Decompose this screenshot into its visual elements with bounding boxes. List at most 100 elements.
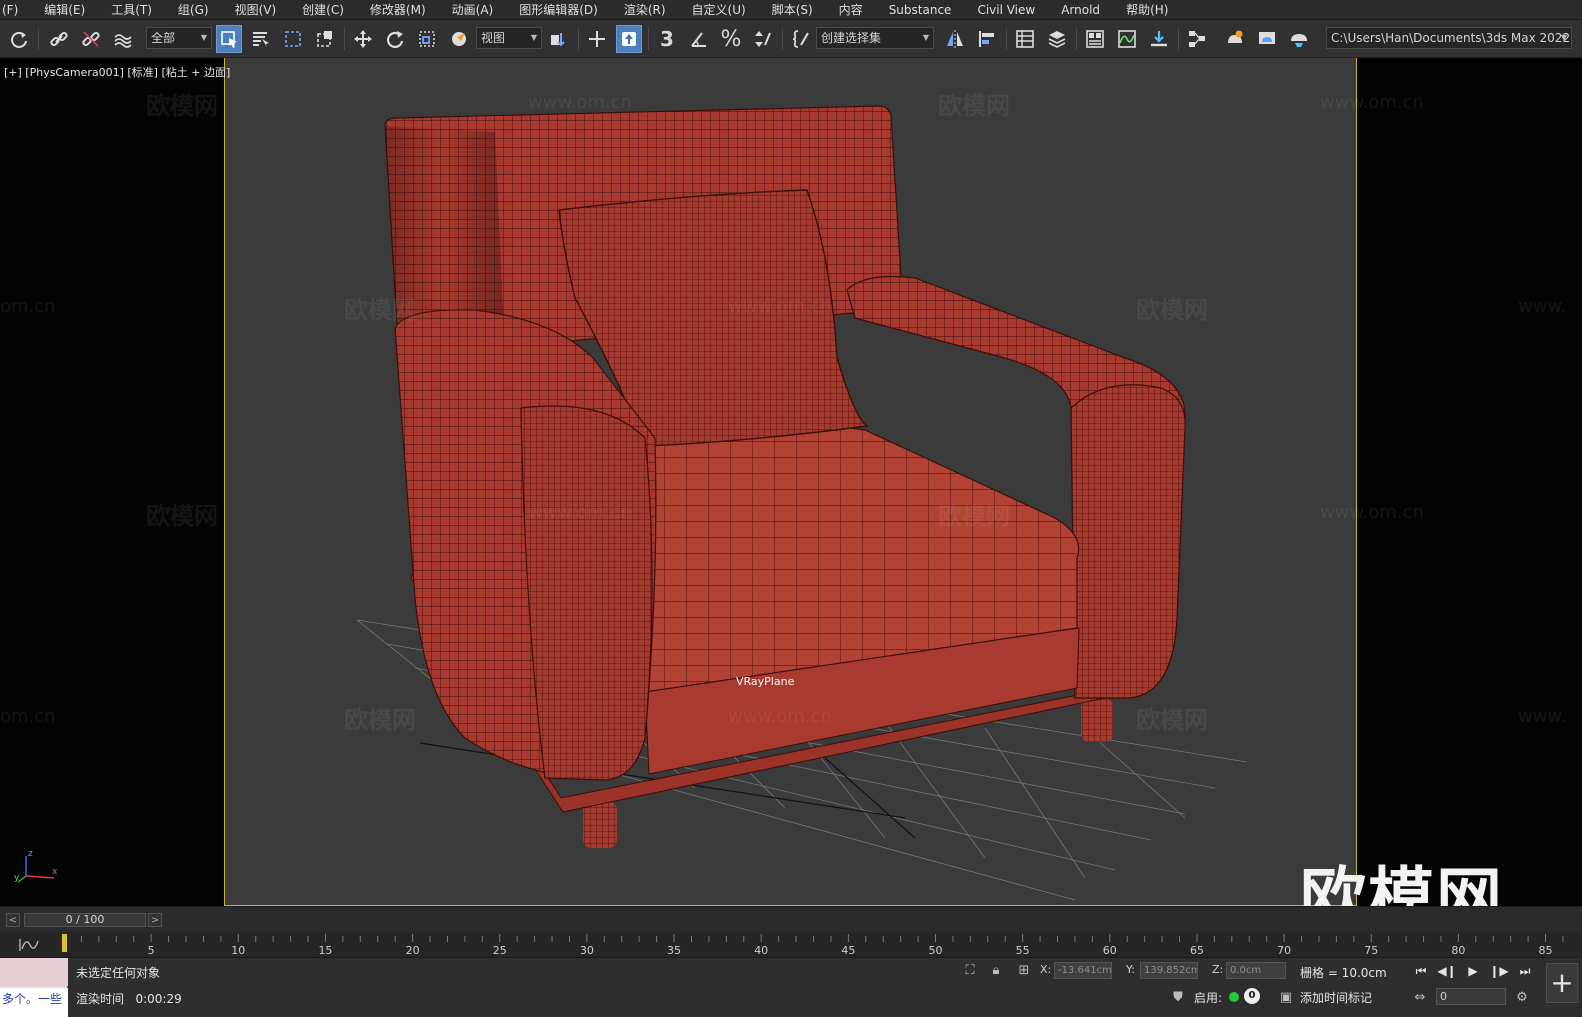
y-coordinate-field[interactable]: 139.852cm — [1140, 962, 1198, 979]
select-object-icon[interactable] — [216, 25, 242, 53]
add-time-tag[interactable]: 添加时间标记 — [1300, 989, 1372, 1006]
dope-sheet-icon[interactable] — [1146, 25, 1172, 53]
keyboard-shortcut-override-icon[interactable] — [616, 25, 642, 53]
select-manipulate-icon[interactable] — [446, 25, 472, 53]
menu-item[interactable]: 动画(A) — [439, 0, 507, 20]
current-frame-marker[interactable] — [62, 934, 67, 952]
menu-item[interactable]: 内容 — [826, 0, 876, 20]
render-frame-icon[interactable] — [1254, 25, 1280, 53]
selection-filter-dropdown[interactable]: 全部 ▼ — [146, 27, 212, 49]
mirror-icon[interactable] — [942, 25, 968, 53]
timeline-ruler[interactable]: 5 10 15 20 25 30 35 40 45 50 55 60 65 70 75 80 85 — [62, 932, 1572, 958]
spinner-snap-icon[interactable] — [750, 25, 776, 53]
viewport-label[interactable]: [+] [PhysCamera001] [标准] [粘土 + 边面] — [4, 64, 230, 80]
select-link-icon[interactable] — [584, 25, 610, 53]
snap-3d-icon[interactable]: 3 — [654, 25, 680, 53]
scene-explorer-icon[interactable] — [1012, 25, 1038, 53]
pivot-icon[interactable] — [546, 25, 572, 53]
time-slider-thumb[interactable]: 0 / 100 — [24, 913, 146, 927]
go-to-start-button[interactable]: ⏮ — [1410, 961, 1432, 981]
menu-item[interactable]: (F) — [0, 0, 31, 20]
listener-input[interactable] — [0, 958, 68, 986]
play-button[interactable]: ▶ — [1462, 961, 1484, 981]
listener-output[interactable]: 多个。一些 — [0, 988, 68, 1017]
menu-item[interactable]: 渲染(R) — [611, 0, 679, 20]
time-slider-prev-button[interactable]: < — [6, 913, 20, 927]
absolute-mode-icon[interactable]: ⊞ — [1014, 961, 1034, 981]
window-crossing-icon[interactable] — [312, 25, 338, 53]
menu-item[interactable]: 组(G) — [165, 0, 222, 20]
menu-item[interactable]: Arnold — [1048, 0, 1113, 20]
axis-gizmo-icon: z x y — [14, 850, 58, 883]
previous-frame-button[interactable]: ◀❙ — [1436, 961, 1458, 981]
camera-safe-frame[interactable] — [224, 58, 1357, 906]
ribbon-icon[interactable] — [1082, 25, 1108, 53]
rect-region-icon[interactable] — [280, 25, 306, 53]
enable-indicator[interactable] — [1229, 992, 1239, 1002]
menu-item[interactable]: 工具(T) — [98, 0, 165, 20]
link-icon[interactable] — [46, 25, 72, 53]
align-icon[interactable] — [974, 25, 1000, 53]
adaptive-degradation-icon[interactable]: ⛊ — [1168, 988, 1188, 1008]
z-label: Z: — [1212, 963, 1224, 976]
watermark: www.om.cn — [1320, 92, 1424, 113]
time-config-icon[interactable]: ⚙ — [1512, 988, 1532, 1008]
curve-editor-icon[interactable] — [1114, 25, 1140, 53]
x-coordinate-field[interactable]: -13.641cm — [1054, 962, 1112, 979]
menu-item[interactable]: 脚本(S) — [759, 0, 826, 20]
watermark: www.om.cn — [1320, 502, 1424, 523]
named-selection-dropdown[interactable]: 创建选择集 ▼ — [816, 27, 934, 49]
menu-item[interactable]: 帮助(H) — [1113, 0, 1181, 20]
project-path-dropdown[interactable]: C:\Users\Han\Documents\3ds Max 2022 ▼ — [1326, 27, 1572, 49]
time-tag-icon[interactable]: ▣ — [1276, 988, 1296, 1008]
move-icon[interactable] — [350, 25, 376, 53]
maxscript-listener[interactable]: 多个。一些 — [0, 958, 68, 1017]
isolate-selection-icon[interactable]: ⛶ — [960, 961, 980, 981]
select-by-name-icon[interactable] — [248, 25, 274, 53]
main-toolbar: 全部 ▼ 视图 ▼ 3 % 创建选择集 ▼ C:\Users\Han\Document… — [0, 20, 1582, 58]
timeline-label: 10 — [231, 944, 245, 957]
watermark: 欧模网 — [1136, 296, 1208, 324]
watermark: www.om.cn — [528, 502, 632, 523]
frame-spinner-icon[interactable]: ⇔ — [1410, 988, 1430, 1008]
enable-count-badge: 0 — [1244, 988, 1260, 1004]
render-icon[interactable] — [1286, 25, 1312, 53]
y-label: Y: — [1126, 963, 1135, 976]
watermark: 欧模网 — [344, 296, 416, 324]
watermark: 欧模网 — [1136, 706, 1208, 734]
menu-item[interactable]: 修改器(M) — [357, 0, 439, 20]
current-frame-field[interactable]: 0 — [1436, 988, 1506, 1005]
menu-item[interactable]: 创建(C) — [289, 0, 357, 20]
menu-item[interactable]: 图形编辑器(D) — [506, 0, 611, 20]
add-viewport-button[interactable]: + — [1546, 963, 1578, 1003]
menu-item[interactable]: Substance — [876, 0, 965, 20]
menu-item[interactable]: 编辑(E) — [31, 0, 98, 20]
timeline-label: 75 — [1364, 944, 1378, 957]
rotate-icon[interactable] — [382, 25, 408, 53]
scale-icon[interactable] — [414, 25, 440, 53]
timeline-label: 80 — [1451, 944, 1465, 957]
menu-item[interactable]: Civil View — [964, 0, 1048, 20]
edit-named-sets-icon[interactable] — [788, 25, 814, 53]
timeline-label: 65 — [1190, 944, 1204, 957]
menu-item[interactable]: 视图(V) — [222, 0, 290, 20]
lock-selection-icon[interactable]: 🔒︎ — [986, 961, 1006, 981]
time-slider-next-button[interactable]: > — [148, 913, 162, 927]
watermark: 欧模网 — [146, 502, 218, 530]
angle-snap-icon[interactable] — [686, 25, 712, 53]
track-bar: 5 10 15 20 25 30 35 40 45 50 55 60 65 70 75 80 85 — [0, 932, 1582, 958]
go-to-end-button[interactable]: ⏭ — [1514, 961, 1536, 981]
schematic-icon[interactable] — [1184, 25, 1210, 53]
menu-item[interactable]: 自定义(U) — [679, 0, 759, 20]
render-setup-icon[interactable] — [1222, 25, 1248, 53]
next-frame-button[interactable]: ❙▶ — [1488, 961, 1510, 981]
bind-space-warp-icon[interactable] — [110, 25, 136, 53]
mini-curve-editor-icon[interactable] — [18, 935, 40, 953]
z-coordinate-field[interactable]: 0.0cm — [1226, 962, 1286, 979]
unlink-icon[interactable] — [78, 25, 104, 53]
reference-coord-dropdown[interactable]: 视图 ▼ — [476, 27, 542, 49]
redo-icon[interactable] — [6, 25, 32, 53]
layer-icon[interactable] — [1044, 25, 1070, 53]
timeline-label: 35 — [667, 944, 681, 957]
percent-snap-icon[interactable]: % — [718, 25, 744, 53]
